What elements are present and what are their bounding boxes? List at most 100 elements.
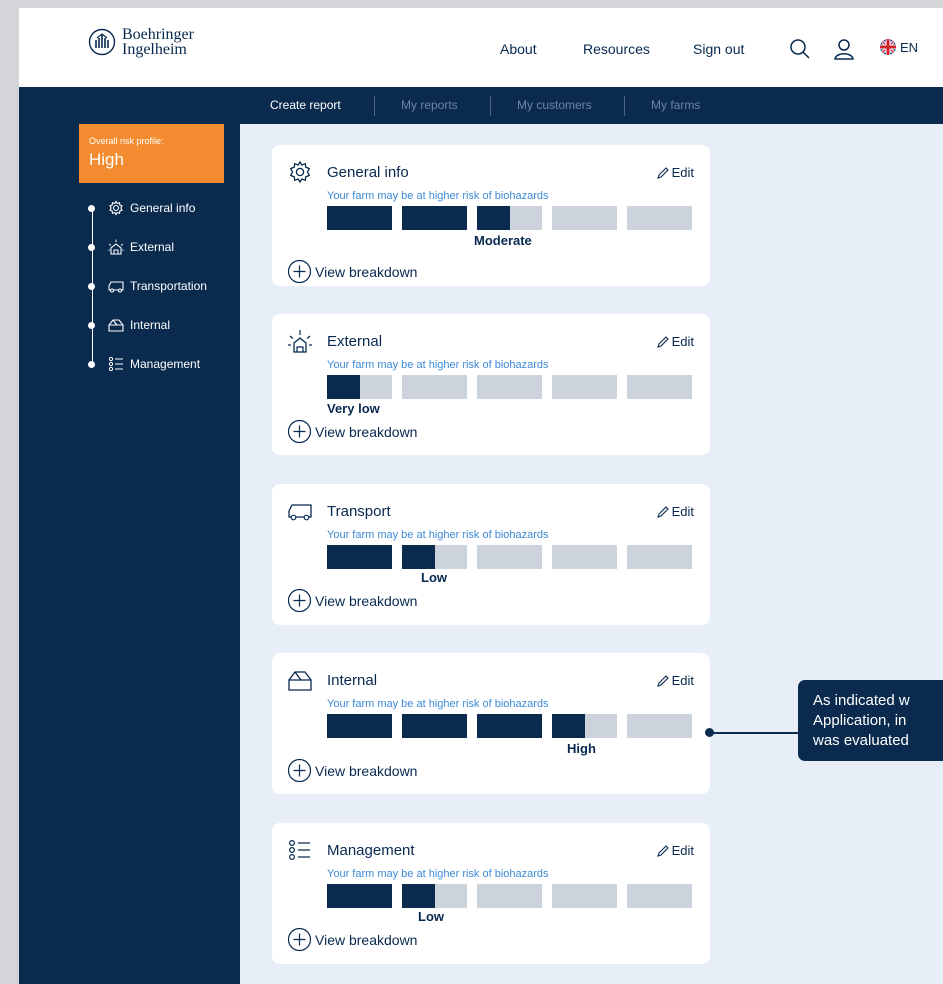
edit-button[interactable]: Edit bbox=[656, 504, 694, 519]
edit-label: Edit bbox=[671, 673, 694, 688]
card-title: General info bbox=[327, 164, 409, 181]
barn-icon bbox=[288, 671, 312, 691]
risk-note: Your farm may be at higher risk of bioha… bbox=[327, 529, 549, 541]
logo-line-1: Boehringer bbox=[122, 26, 194, 43]
user-icon[interactable] bbox=[833, 38, 855, 60]
risk-level-bars bbox=[327, 714, 692, 738]
risk-segment bbox=[477, 206, 542, 230]
edit-button[interactable]: Edit bbox=[656, 334, 694, 349]
risk-segment bbox=[477, 375, 542, 399]
logo-mark-icon bbox=[88, 28, 116, 56]
barn-sun-icon bbox=[108, 239, 124, 255]
risk-segment-fill bbox=[402, 884, 435, 908]
view-breakdown-button[interactable]: View breakdown bbox=[287, 927, 417, 952]
gear-icon bbox=[109, 200, 123, 216]
risk-segment bbox=[627, 714, 692, 738]
logo-text: Boehringer Ingelheim bbox=[122, 26, 194, 58]
callout-line: was evaluated bbox=[813, 732, 909, 749]
risk-segment-fill bbox=[327, 206, 392, 230]
divider bbox=[490, 96, 491, 116]
risk-segment bbox=[477, 714, 542, 738]
plus-circle-icon bbox=[287, 927, 312, 952]
nav-about[interactable]: About bbox=[500, 41, 537, 57]
risk-segment bbox=[627, 545, 692, 569]
uk-flag-icon bbox=[880, 39, 896, 55]
sidebar-item-label: Internal bbox=[130, 318, 171, 332]
risk-level-bars bbox=[327, 545, 692, 569]
risk-segment bbox=[552, 884, 617, 908]
risk-segment bbox=[627, 375, 692, 399]
sidebar-item-general-info[interactable]: General info bbox=[88, 200, 195, 216]
risk-segment bbox=[552, 545, 617, 569]
view-breakdown-button[interactable]: View breakdown bbox=[287, 259, 417, 284]
view-breakdown-button[interactable]: View breakdown bbox=[287, 588, 417, 613]
tab-create-report[interactable]: Create report bbox=[270, 98, 341, 112]
language-label: EN bbox=[900, 39, 919, 55]
tab-my-farms[interactable]: My farms bbox=[651, 98, 700, 112]
logo-line-2: Ingelheim bbox=[122, 41, 187, 58]
risk-note: Your farm may be at higher risk of bioha… bbox=[327, 868, 549, 880]
tab-my-reports[interactable]: My reports bbox=[401, 98, 458, 112]
risk-segment bbox=[327, 884, 392, 908]
edit-label: Edit bbox=[671, 504, 694, 519]
sidebar-item-internal[interactable]: Internal bbox=[88, 317, 170, 333]
risk-segment bbox=[552, 206, 617, 230]
risk-segment-fill bbox=[402, 206, 467, 230]
edit-button[interactable]: Edit bbox=[656, 673, 694, 688]
edit-button[interactable]: Edit bbox=[656, 165, 694, 180]
card-title: Internal bbox=[327, 672, 378, 689]
risk-level-bars bbox=[327, 206, 692, 230]
risk-level-label: Low bbox=[418, 909, 444, 924]
edit-label: Edit bbox=[671, 165, 694, 180]
plus-circle-icon bbox=[287, 588, 312, 613]
risk-level-bars bbox=[327, 884, 692, 908]
risk-note: Your farm may be at higher risk of bioha… bbox=[327, 698, 549, 710]
risk-segment bbox=[552, 375, 617, 399]
tab-my-customers[interactable]: My customers bbox=[517, 98, 592, 112]
risk-level-label: Moderate bbox=[474, 233, 532, 248]
nav-resources[interactable]: Resources bbox=[583, 41, 650, 57]
category-card-management: Management Edit Your farm may be at high… bbox=[272, 823, 710, 964]
pencil-icon bbox=[656, 166, 669, 179]
risk-note: Your farm may be at higher risk of bioha… bbox=[327, 359, 549, 371]
risk-segment bbox=[552, 714, 617, 738]
risk-level-label: Low bbox=[421, 570, 447, 585]
category-card-external: External Edit Your farm may be at higher… bbox=[272, 314, 710, 455]
logo[interactable]: Boehringer Ingelheim bbox=[88, 26, 194, 58]
sidebar-item-label: Management bbox=[130, 357, 201, 371]
pencil-icon bbox=[656, 505, 669, 518]
language-selector[interactable]: EN bbox=[879, 38, 918, 56]
page: Boehringer Ingelheim About Resources Sig… bbox=[19, 8, 943, 984]
sidebar-item-transportation[interactable]: Transportation bbox=[88, 278, 207, 294]
risk-segment bbox=[402, 884, 467, 908]
risk-segment bbox=[402, 545, 467, 569]
callout-line: Application, in bbox=[813, 712, 907, 729]
view-breakdown-button[interactable]: View breakdown bbox=[287, 419, 417, 444]
plus-circle-icon bbox=[287, 259, 312, 284]
timeline-dot bbox=[88, 204, 95, 212]
risk-level-label: Very low bbox=[327, 401, 380, 416]
timeline-dot bbox=[88, 243, 95, 251]
sidebar-item-external[interactable]: External bbox=[88, 239, 174, 255]
callout-anchor-dot bbox=[705, 728, 714, 737]
category-card-transport: Transport Edit Your farm may be at highe… bbox=[272, 484, 710, 625]
sidebar-item-management[interactable]: Management bbox=[88, 356, 200, 372]
barn-sun-icon bbox=[288, 330, 312, 353]
sidebar-item-label: General info bbox=[130, 201, 196, 215]
risk-segment bbox=[327, 545, 392, 569]
truck-icon bbox=[288, 504, 312, 521]
plus-circle-icon bbox=[287, 419, 312, 444]
risk-segment bbox=[477, 545, 542, 569]
edit-button[interactable]: Edit bbox=[656, 843, 694, 858]
callout-connector bbox=[710, 732, 798, 734]
category-card-internal: Internal Edit Your farm may be at higher… bbox=[272, 653, 710, 794]
view-breakdown-button[interactable]: View breakdown bbox=[287, 758, 417, 783]
timeline-dot bbox=[88, 282, 95, 290]
list-icon bbox=[108, 356, 123, 372]
risk-segment bbox=[402, 206, 467, 230]
search-icon[interactable] bbox=[789, 38, 811, 60]
card-title: Transport bbox=[327, 503, 391, 520]
risk-segment bbox=[402, 375, 467, 399]
risk-segment-fill bbox=[327, 375, 360, 399]
nav-sign-out[interactable]: Sign out bbox=[693, 41, 744, 57]
